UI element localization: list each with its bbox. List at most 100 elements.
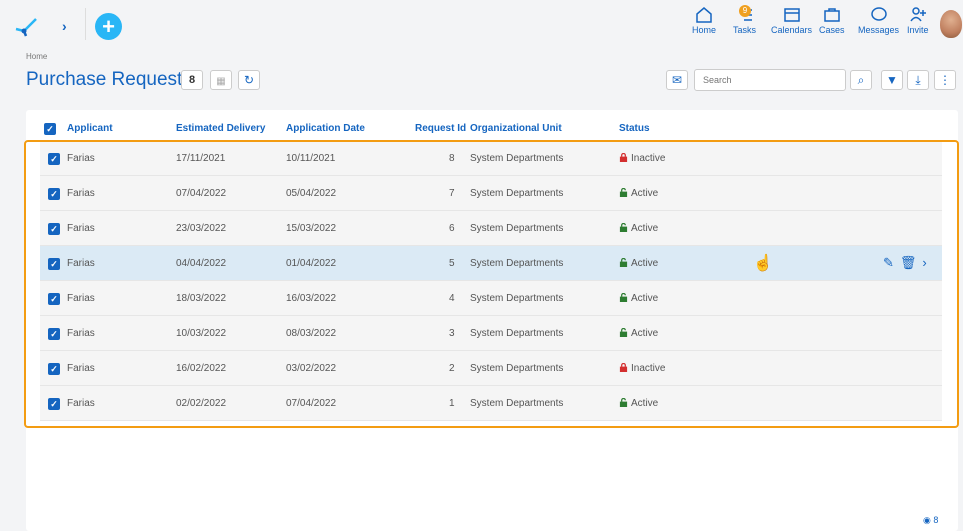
invite-icon	[910, 7, 926, 22]
footer-count: ◉ 8	[923, 515, 938, 526]
row-checkbox[interactable]: ✓	[48, 328, 60, 340]
col-request-id[interactable]: Request Id	[415, 123, 466, 134]
cell-estimated-delivery: 17/11/2021	[176, 153, 226, 164]
status-text: Active	[631, 293, 659, 304]
top-bar: › + Home 9 Tasks Calendars Cases Message…	[0, 0, 963, 48]
table-row[interactable]: ✓ Farias 18/03/2022 16/03/2022 4 System …	[40, 281, 942, 316]
cell-applicant: Farias	[67, 328, 95, 339]
cell-request-id: 1	[449, 398, 455, 409]
status-text: Active	[631, 258, 659, 269]
cell-estimated-delivery: 02/02/2022	[176, 398, 227, 409]
nav-invite-label: Invite	[907, 25, 929, 35]
cell-status: Active	[619, 188, 658, 199]
col-status[interactable]: Status	[619, 123, 650, 134]
footer-count-value: 8	[933, 515, 939, 525]
cell-status: Active	[619, 293, 658, 304]
cell-request-id: 7	[449, 188, 455, 199]
nav-tasks-label: Tasks	[733, 25, 757, 35]
search-button[interactable]: ⌕	[850, 70, 872, 90]
cell-applicant: Farias	[67, 188, 95, 199]
row-checkbox[interactable]: ✓	[48, 258, 60, 270]
row-checkbox[interactable]: ✓	[48, 223, 60, 235]
cell-estimated-delivery: 23/03/2022	[176, 223, 227, 234]
row-checkbox[interactable]: ✓	[48, 188, 60, 200]
table-row[interactable]: ✓ Farias 04/04/2022 01/04/2022 5 System …	[40, 246, 942, 281]
expand-menu-icon[interactable]: ›	[62, 18, 67, 34]
home-icon	[696, 7, 712, 23]
table-row[interactable]: ✓ Farias 07/04/2022 05/04/2022 7 System …	[40, 176, 942, 211]
cell-request-id: 8	[449, 153, 455, 164]
message-icon	[870, 7, 887, 21]
cell-status: Active	[619, 223, 658, 234]
cell-applicant: Farias	[67, 363, 95, 374]
tasks-badge: 9	[739, 5, 751, 17]
table-row[interactable]: ✓ Farias 17/11/2021 10/11/2021 8 System …	[40, 141, 942, 176]
table-row[interactable]: ✓ Farias 02/02/2022 07/04/2022 1 System …	[40, 386, 942, 421]
download-button[interactable]: ⤓	[907, 70, 929, 90]
filter-icon: ▼	[886, 73, 898, 87]
nav-home[interactable]: Home	[692, 6, 716, 35]
cell-organizational-unit: System Departments	[470, 223, 564, 234]
table-row[interactable]: ✓ Farias 23/03/2022 15/03/2022 6 System …	[40, 211, 942, 246]
select-all-checkbox[interactable]: ✓	[44, 123, 56, 135]
nav-cases[interactable]: Cases	[819, 6, 845, 35]
nav-calendars[interactable]: Calendars	[771, 6, 812, 35]
nav-invite[interactable]: Invite	[907, 6, 929, 35]
user-avatar[interactable]	[940, 10, 962, 38]
more-options-button[interactable]: ⋮	[934, 70, 956, 90]
cell-applicant: Farias	[67, 293, 95, 304]
lock-open-icon	[619, 188, 628, 197]
lock-open-icon	[619, 223, 628, 232]
edit-icon[interactable]: ✎	[883, 255, 894, 270]
col-application-date[interactable]: Application Date	[286, 123, 365, 134]
col-organizational-unit[interactable]: Organizational Unit	[470, 123, 562, 134]
col-applicant[interactable]: Applicant	[67, 123, 113, 134]
delete-icon[interactable]: 🗑︎	[900, 255, 917, 270]
cell-application-date: 15/03/2022	[286, 223, 337, 234]
search-icon: ⌕	[857, 73, 865, 87]
nav-home-label: Home	[692, 25, 717, 35]
cell-request-id: 5	[449, 258, 455, 269]
row-checkbox[interactable]: ✓	[48, 363, 60, 375]
cell-application-date: 16/03/2022	[286, 293, 337, 304]
nav-messages[interactable]: Messages	[858, 6, 899, 35]
breadcrumb[interactable]: Home	[26, 52, 47, 61]
lock-open-icon	[619, 328, 628, 337]
lock-open-icon	[619, 398, 628, 407]
cell-organizational-unit: System Departments	[470, 188, 564, 199]
row-checkbox[interactable]: ✓	[48, 153, 60, 165]
nav-cases-label: Cases	[819, 25, 845, 35]
nav-tasks[interactable]: 9 Tasks	[733, 5, 757, 35]
row-checkbox[interactable]: ✓	[48, 293, 60, 305]
cell-status: Inactive	[619, 363, 665, 374]
cell-estimated-delivery: 16/02/2022	[176, 363, 227, 374]
add-button[interactable]: +	[95, 13, 122, 40]
cell-application-date: 01/04/2022	[286, 258, 337, 269]
cell-request-id: 2	[449, 363, 455, 374]
table-row[interactable]: ✓ Farias 10/03/2022 08/03/2022 3 System …	[40, 316, 942, 351]
col-estimated-delivery[interactable]: Estimated Delivery	[176, 123, 266, 134]
status-text: Active	[631, 328, 659, 339]
cell-applicant: Farias	[67, 153, 95, 164]
email-button[interactable]: ✉	[666, 70, 688, 90]
lock-open-icon	[619, 293, 628, 302]
cell-organizational-unit: System Departments	[470, 258, 564, 269]
search-input[interactable]	[694, 69, 846, 91]
view-toggle-button[interactable]: ▦	[210, 70, 232, 90]
filter-button[interactable]: ▼	[881, 70, 903, 90]
status-text: Inactive	[631, 153, 666, 164]
chevron-right-icon[interactable]: ›	[922, 255, 926, 270]
grid-icon: ▦	[216, 76, 226, 87]
cell-organizational-unit: System Departments	[470, 363, 564, 374]
email-icon: ✉	[671, 73, 683, 87]
cell-applicant: Farias	[67, 398, 95, 409]
table-row[interactable]: ✓ Farias 16/02/2022 03/02/2022 2 System …	[40, 351, 942, 386]
refresh-button[interactable]: ↻	[238, 70, 260, 90]
cell-application-date: 05/04/2022	[286, 188, 337, 199]
row-checkbox[interactable]: ✓	[48, 398, 60, 410]
status-text: Active	[631, 398, 659, 409]
cell-request-id: 4	[449, 293, 455, 304]
lock-closed-icon	[619, 363, 628, 372]
app-logo-icon[interactable]	[14, 15, 38, 37]
cell-estimated-delivery: 18/03/2022	[176, 293, 227, 304]
